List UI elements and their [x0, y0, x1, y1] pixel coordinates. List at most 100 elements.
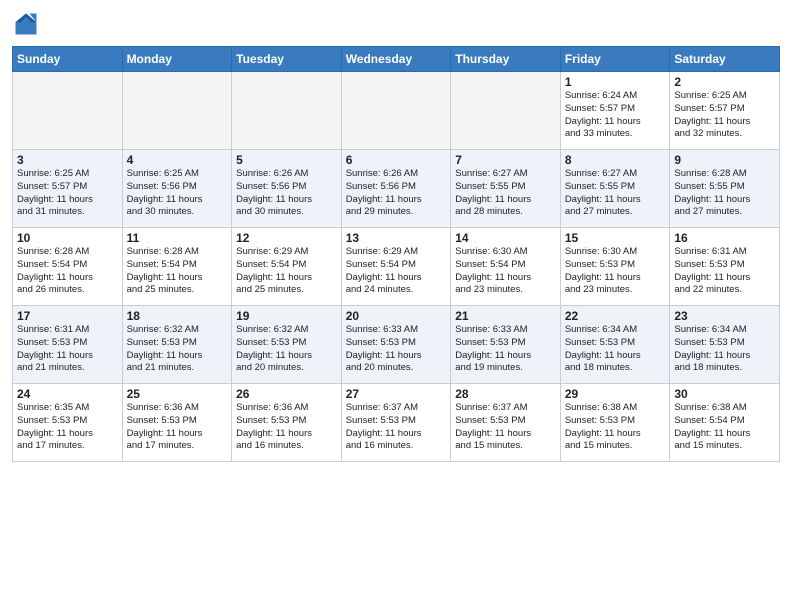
- weekday-header-saturday: Saturday: [670, 47, 780, 72]
- calendar-cell: 24Sunrise: 6:35 AM Sunset: 5:53 PM Dayli…: [13, 384, 123, 462]
- weekday-header-tuesday: Tuesday: [232, 47, 342, 72]
- day-number: 25: [127, 387, 228, 401]
- weekday-header-thursday: Thursday: [451, 47, 561, 72]
- calendar-cell: 9Sunrise: 6:28 AM Sunset: 5:55 PM Daylig…: [670, 150, 780, 228]
- day-number: 3: [17, 153, 118, 167]
- day-number: 18: [127, 309, 228, 323]
- day-number: 2: [674, 75, 775, 89]
- day-number: 9: [674, 153, 775, 167]
- day-number: 1: [565, 75, 666, 89]
- day-number: 12: [236, 231, 337, 245]
- day-info: Sunrise: 6:31 AM Sunset: 5:53 PM Dayligh…: [17, 324, 93, 373]
- calendar-cell: 5Sunrise: 6:26 AM Sunset: 5:56 PM Daylig…: [232, 150, 342, 228]
- calendar-cell: 20Sunrise: 6:33 AM Sunset: 5:53 PM Dayli…: [341, 306, 451, 384]
- day-info: Sunrise: 6:27 AM Sunset: 5:55 PM Dayligh…: [455, 168, 531, 217]
- day-info: Sunrise: 6:35 AM Sunset: 5:53 PM Dayligh…: [17, 402, 93, 451]
- logo: [12, 10, 44, 38]
- day-info: Sunrise: 6:31 AM Sunset: 5:53 PM Dayligh…: [674, 246, 750, 295]
- calendar-cell: [341, 72, 451, 150]
- day-number: 24: [17, 387, 118, 401]
- day-info: Sunrise: 6:33 AM Sunset: 5:53 PM Dayligh…: [455, 324, 531, 373]
- day-info: Sunrise: 6:36 AM Sunset: 5:53 PM Dayligh…: [236, 402, 312, 451]
- logo-icon: [12, 10, 40, 38]
- day-info: Sunrise: 6:25 AM Sunset: 5:57 PM Dayligh…: [17, 168, 93, 217]
- calendar-cell: 3Sunrise: 6:25 AM Sunset: 5:57 PM Daylig…: [13, 150, 123, 228]
- calendar-cell: 23Sunrise: 6:34 AM Sunset: 5:53 PM Dayli…: [670, 306, 780, 384]
- calendar-cell: 30Sunrise: 6:38 AM Sunset: 5:54 PM Dayli…: [670, 384, 780, 462]
- calendar-cell: [451, 72, 561, 150]
- day-number: 27: [346, 387, 447, 401]
- calendar-cell: 16Sunrise: 6:31 AM Sunset: 5:53 PM Dayli…: [670, 228, 780, 306]
- day-number: 5: [236, 153, 337, 167]
- calendar-cell: 11Sunrise: 6:28 AM Sunset: 5:54 PM Dayli…: [122, 228, 232, 306]
- day-info: Sunrise: 6:38 AM Sunset: 5:53 PM Dayligh…: [565, 402, 641, 451]
- day-info: Sunrise: 6:29 AM Sunset: 5:54 PM Dayligh…: [346, 246, 422, 295]
- day-number: 16: [674, 231, 775, 245]
- day-number: 26: [236, 387, 337, 401]
- calendar-cell: 10Sunrise: 6:28 AM Sunset: 5:54 PM Dayli…: [13, 228, 123, 306]
- day-number: 11: [127, 231, 228, 245]
- calendar-cell: 27Sunrise: 6:37 AM Sunset: 5:53 PM Dayli…: [341, 384, 451, 462]
- calendar-cell: 7Sunrise: 6:27 AM Sunset: 5:55 PM Daylig…: [451, 150, 561, 228]
- day-number: 28: [455, 387, 556, 401]
- day-info: Sunrise: 6:30 AM Sunset: 5:54 PM Dayligh…: [455, 246, 531, 295]
- day-info: Sunrise: 6:26 AM Sunset: 5:56 PM Dayligh…: [236, 168, 312, 217]
- calendar-cell: [122, 72, 232, 150]
- weekday-header-sunday: Sunday: [13, 47, 123, 72]
- day-info: Sunrise: 6:38 AM Sunset: 5:54 PM Dayligh…: [674, 402, 750, 451]
- calendar-cell: 17Sunrise: 6:31 AM Sunset: 5:53 PM Dayli…: [13, 306, 123, 384]
- calendar-cell: 15Sunrise: 6:30 AM Sunset: 5:53 PM Dayli…: [560, 228, 670, 306]
- day-number: 17: [17, 309, 118, 323]
- day-info: Sunrise: 6:28 AM Sunset: 5:55 PM Dayligh…: [674, 168, 750, 217]
- day-info: Sunrise: 6:34 AM Sunset: 5:53 PM Dayligh…: [674, 324, 750, 373]
- page: SundayMondayTuesdayWednesdayThursdayFrid…: [0, 0, 792, 474]
- day-info: Sunrise: 6:25 AM Sunset: 5:57 PM Dayligh…: [674, 90, 750, 139]
- calendar-cell: 18Sunrise: 6:32 AM Sunset: 5:53 PM Dayli…: [122, 306, 232, 384]
- day-info: Sunrise: 6:36 AM Sunset: 5:53 PM Dayligh…: [127, 402, 203, 451]
- day-info: Sunrise: 6:28 AM Sunset: 5:54 PM Dayligh…: [127, 246, 203, 295]
- day-info: Sunrise: 6:28 AM Sunset: 5:54 PM Dayligh…: [17, 246, 93, 295]
- calendar-cell: [13, 72, 123, 150]
- weekday-header-wednesday: Wednesday: [341, 47, 451, 72]
- week-row-1: 1Sunrise: 6:24 AM Sunset: 5:57 PM Daylig…: [13, 72, 780, 150]
- calendar-cell: 22Sunrise: 6:34 AM Sunset: 5:53 PM Dayli…: [560, 306, 670, 384]
- day-info: Sunrise: 6:27 AM Sunset: 5:55 PM Dayligh…: [565, 168, 641, 217]
- calendar-cell: 28Sunrise: 6:37 AM Sunset: 5:53 PM Dayli…: [451, 384, 561, 462]
- day-number: 8: [565, 153, 666, 167]
- day-number: 14: [455, 231, 556, 245]
- day-number: 15: [565, 231, 666, 245]
- day-info: Sunrise: 6:37 AM Sunset: 5:53 PM Dayligh…: [346, 402, 422, 451]
- calendar-cell: 6Sunrise: 6:26 AM Sunset: 5:56 PM Daylig…: [341, 150, 451, 228]
- day-number: 4: [127, 153, 228, 167]
- day-number: 6: [346, 153, 447, 167]
- calendar-cell: 4Sunrise: 6:25 AM Sunset: 5:56 PM Daylig…: [122, 150, 232, 228]
- day-info: Sunrise: 6:26 AM Sunset: 5:56 PM Dayligh…: [346, 168, 422, 217]
- day-number: 10: [17, 231, 118, 245]
- day-info: Sunrise: 6:29 AM Sunset: 5:54 PM Dayligh…: [236, 246, 312, 295]
- calendar-cell: 12Sunrise: 6:29 AM Sunset: 5:54 PM Dayli…: [232, 228, 342, 306]
- day-info: Sunrise: 6:34 AM Sunset: 5:53 PM Dayligh…: [565, 324, 641, 373]
- calendar-cell: 14Sunrise: 6:30 AM Sunset: 5:54 PM Dayli…: [451, 228, 561, 306]
- day-number: 19: [236, 309, 337, 323]
- day-info: Sunrise: 6:30 AM Sunset: 5:53 PM Dayligh…: [565, 246, 641, 295]
- day-info: Sunrise: 6:25 AM Sunset: 5:56 PM Dayligh…: [127, 168, 203, 217]
- calendar: SundayMondayTuesdayWednesdayThursdayFrid…: [12, 46, 780, 462]
- calendar-cell: 25Sunrise: 6:36 AM Sunset: 5:53 PM Dayli…: [122, 384, 232, 462]
- day-info: Sunrise: 6:37 AM Sunset: 5:53 PM Dayligh…: [455, 402, 531, 451]
- day-info: Sunrise: 6:32 AM Sunset: 5:53 PM Dayligh…: [127, 324, 203, 373]
- day-number: 13: [346, 231, 447, 245]
- week-row-2: 3Sunrise: 6:25 AM Sunset: 5:57 PM Daylig…: [13, 150, 780, 228]
- week-row-4: 17Sunrise: 6:31 AM Sunset: 5:53 PM Dayli…: [13, 306, 780, 384]
- day-info: Sunrise: 6:33 AM Sunset: 5:53 PM Dayligh…: [346, 324, 422, 373]
- day-number: 29: [565, 387, 666, 401]
- calendar-cell: 29Sunrise: 6:38 AM Sunset: 5:53 PM Dayli…: [560, 384, 670, 462]
- day-info: Sunrise: 6:24 AM Sunset: 5:57 PM Dayligh…: [565, 90, 641, 139]
- calendar-cell: 21Sunrise: 6:33 AM Sunset: 5:53 PM Dayli…: [451, 306, 561, 384]
- day-number: 21: [455, 309, 556, 323]
- week-row-5: 24Sunrise: 6:35 AM Sunset: 5:53 PM Dayli…: [13, 384, 780, 462]
- weekday-header-row: SundayMondayTuesdayWednesdayThursdayFrid…: [13, 47, 780, 72]
- day-number: 23: [674, 309, 775, 323]
- calendar-cell: 8Sunrise: 6:27 AM Sunset: 5:55 PM Daylig…: [560, 150, 670, 228]
- calendar-cell: 13Sunrise: 6:29 AM Sunset: 5:54 PM Dayli…: [341, 228, 451, 306]
- day-number: 22: [565, 309, 666, 323]
